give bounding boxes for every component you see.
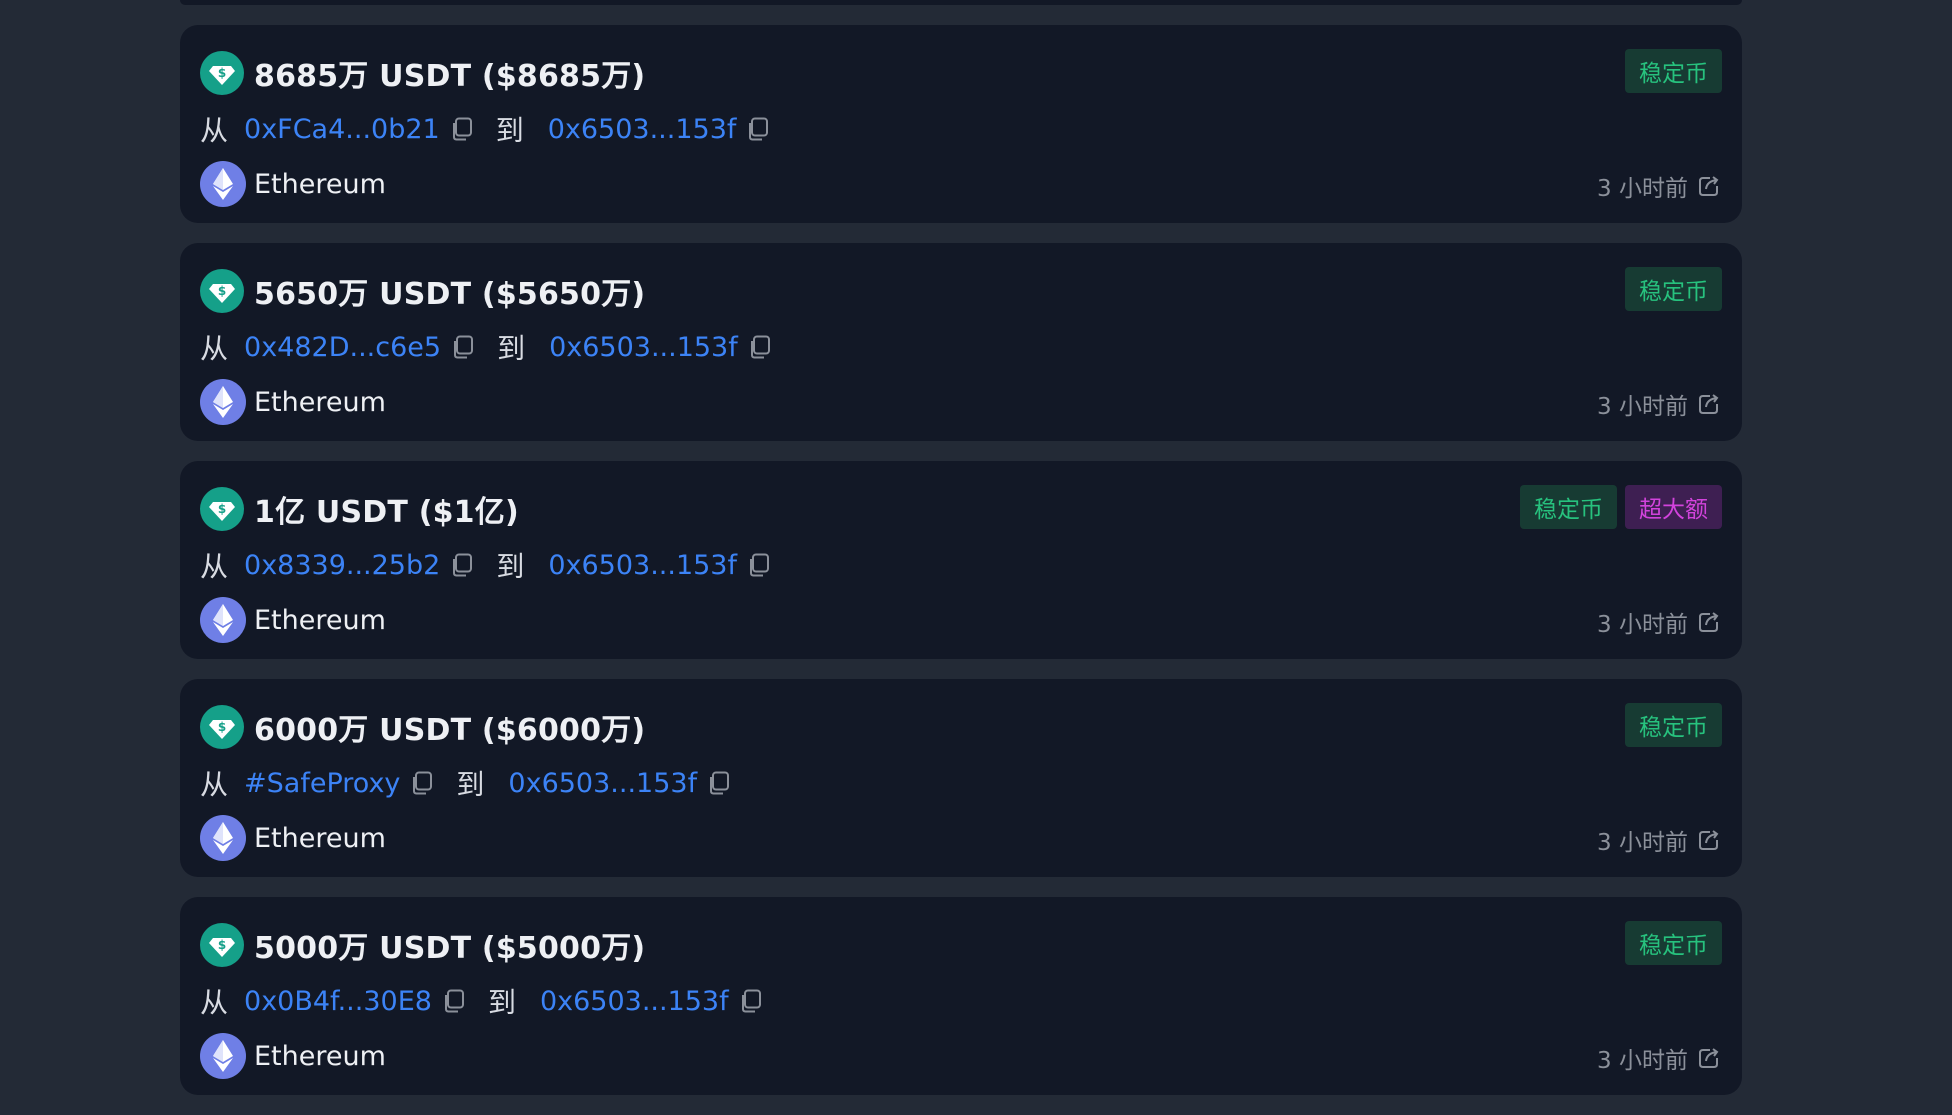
external-link-icon[interactable] — [1696, 1045, 1722, 1071]
copy-icon[interactable] — [745, 551, 773, 579]
previous-card-edge — [180, 0, 1742, 5]
to-label: 到 — [487, 986, 516, 1019]
to-label: 到 — [456, 768, 485, 801]
copy-icon[interactable] — [737, 987, 765, 1015]
from-label: 从 — [200, 332, 229, 365]
time-ago: 3 小时前 — [1597, 176, 1688, 202]
ethereum-icon — [200, 379, 246, 425]
from-label: 从 — [200, 114, 229, 147]
transfer-card[interactable]: $ 5000万 USDT ($5000万) 从 0x0B4f...30E8 到 … — [180, 897, 1742, 1095]
ethereum-icon — [200, 161, 246, 207]
chain-name: Ethereum — [254, 822, 386, 854]
time-ago: 3 小时前 — [1597, 830, 1688, 856]
transfer-amount-title: 6000万 USDT ($6000万) — [254, 713, 646, 748]
external-link-icon[interactable] — [1696, 173, 1722, 199]
stablecoin-tag: 稳定币 — [1520, 485, 1617, 529]
to-address-link[interactable]: 0x6503...153f — [548, 550, 737, 581]
stablecoin-tag: 稳定币 — [1625, 267, 1722, 311]
transfer-card[interactable]: $ 1亿 USDT ($1亿) 从 0x8339...25b2 到 0x6503… — [180, 461, 1742, 659]
usdt-icon: $ — [200, 487, 244, 531]
from-address-link[interactable]: #SafeProxy — [244, 768, 400, 799]
copy-icon[interactable] — [746, 333, 774, 361]
transfer-card[interactable]: $ 5650万 USDT ($5650万) 从 0x482D...c6e5 到 … — [180, 243, 1742, 441]
to-address-link[interactable]: 0x6503...153f — [508, 768, 697, 799]
to-address-link[interactable]: 0x6503...153f — [548, 114, 737, 145]
copy-icon[interactable] — [705, 769, 733, 797]
from-address-link[interactable]: 0x482D...c6e5 — [244, 332, 441, 363]
usdt-icon: $ — [200, 923, 244, 967]
svg-text:$: $ — [218, 502, 226, 516]
external-link-icon[interactable] — [1696, 391, 1722, 417]
to-label: 到 — [497, 332, 526, 365]
from-label: 从 — [200, 550, 229, 583]
time-ago: 3 小时前 — [1597, 612, 1688, 638]
stablecoin-tag: 稳定币 — [1625, 703, 1722, 747]
to-address-link[interactable]: 0x6503...153f — [540, 986, 729, 1017]
chain-name: Ethereum — [254, 386, 386, 418]
transfer-card[interactable]: $ 8685万 USDT ($8685万) 从 0xFCa4...0b21 到 … — [180, 25, 1742, 223]
to-address-link[interactable]: 0x6503...153f — [549, 332, 738, 363]
transfer-card[interactable]: $ 6000万 USDT ($6000万) 从 #SafeProxy 到 0x6… — [180, 679, 1742, 877]
copy-icon[interactable] — [408, 769, 436, 797]
usdt-icon: $ — [200, 269, 244, 313]
copy-icon[interactable] — [744, 115, 772, 143]
svg-text:$: $ — [218, 284, 226, 298]
external-link-icon[interactable] — [1696, 609, 1722, 635]
from-address-link[interactable]: 0x0B4f...30E8 — [244, 986, 432, 1017]
to-label: 到 — [496, 550, 525, 583]
ethereum-icon — [200, 1033, 246, 1079]
from-label: 从 — [200, 986, 229, 1019]
stablecoin-tag: 稳定币 — [1625, 49, 1722, 93]
usdt-icon: $ — [200, 705, 244, 749]
ethereum-icon — [200, 815, 246, 861]
copy-icon[interactable] — [448, 551, 476, 579]
stablecoin-tag: 稳定币 — [1625, 921, 1722, 965]
transfer-amount-title: 8685万 USDT ($8685万) — [254, 59, 646, 94]
chain-name: Ethereum — [254, 1040, 386, 1072]
chain-name: Ethereum — [254, 604, 386, 636]
svg-text:$: $ — [218, 66, 226, 80]
transfer-feed: $ 8685万 USDT ($8685万) 从 0xFCa4...0b21 到 … — [180, 0, 1742, 1115]
transfer-amount-title: 5000万 USDT ($5000万) — [254, 931, 646, 966]
transfer-amount-title: 1亿 USDT ($1亿) — [254, 495, 519, 530]
external-link-icon[interactable] — [1696, 827, 1722, 853]
time-ago: 3 小时前 — [1597, 1048, 1688, 1074]
ethereum-icon — [200, 597, 246, 643]
huge-amount-tag: 超大额 — [1625, 485, 1722, 529]
from-address-link[interactable]: 0xFCa4...0b21 — [244, 114, 440, 145]
copy-icon[interactable] — [440, 987, 468, 1015]
svg-text:$: $ — [218, 720, 226, 734]
to-label: 到 — [495, 114, 524, 147]
from-label: 从 — [200, 768, 229, 801]
copy-icon[interactable] — [449, 333, 477, 361]
chain-name: Ethereum — [254, 168, 386, 200]
svg-text:$: $ — [218, 938, 226, 952]
time-ago: 3 小时前 — [1597, 394, 1688, 420]
transfer-amount-title: 5650万 USDT ($5650万) — [254, 277, 646, 312]
from-address-link[interactable]: 0x8339...25b2 — [244, 550, 440, 581]
usdt-icon: $ — [200, 51, 244, 95]
copy-icon[interactable] — [448, 115, 476, 143]
